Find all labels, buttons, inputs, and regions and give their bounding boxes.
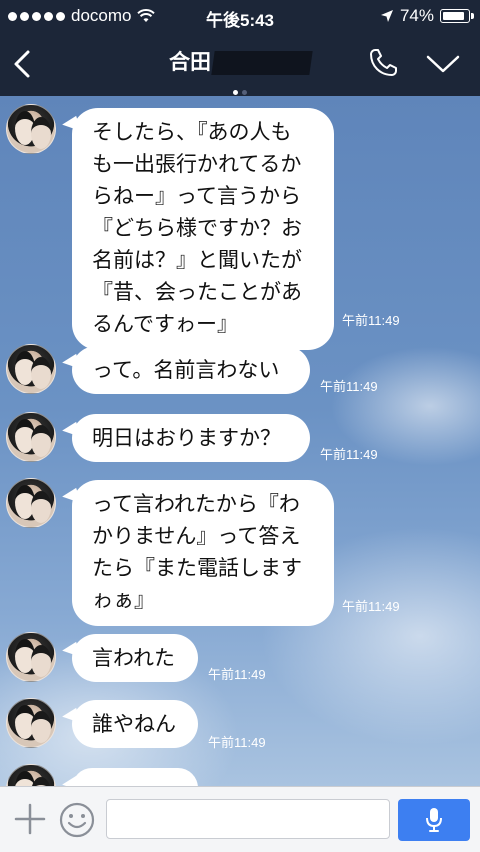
message-time: 午前11:49	[320, 379, 378, 394]
avatar[interactable]	[6, 698, 56, 748]
avatar[interactable]	[6, 104, 56, 154]
message-time: 午前11:49	[342, 599, 400, 614]
message-time: 午前11:49	[208, 667, 266, 682]
message-line: 明日はおりますか？	[92, 426, 281, 450]
message-line: かりません』って答え	[92, 524, 301, 548]
message-time: 午前11:49	[208, 735, 266, 750]
plus-icon[interactable]	[12, 801, 48, 837]
location-arrow-icon	[380, 10, 393, 22]
message-bubble[interactable]: 言われた	[72, 634, 198, 682]
message-time: 午前11:49	[342, 313, 400, 328]
message-line: って言われたから『わ	[92, 492, 300, 516]
message-line: 名前は？』と聞いたが	[92, 248, 302, 272]
message-bubble[interactable]: って言われたから『わ かりません』って答え たら『また電話します ゎぁ』	[72, 480, 334, 626]
battery-percent: 74%	[399, 6, 434, 25]
microphone-button[interactable]	[398, 799, 470, 841]
message-time: 午前11:49	[320, 447, 378, 462]
message-line: も一出張行かれてるか	[92, 152, 302, 176]
message-line: って。名前言わない	[92, 358, 280, 382]
avatar[interactable]	[6, 632, 56, 682]
message-bubble[interactable]	[72, 768, 198, 786]
microphone-icon	[426, 808, 442, 832]
page-indicator	[0, 80, 480, 99]
message-bubble[interactable]: そしたら、『あの人も も一出張行かれてるか らねー』って言うから 『どちら様です…	[72, 108, 334, 350]
redaction-mark	[211, 51, 313, 75]
emoji-icon[interactable]	[58, 801, 96, 839]
battery-icon	[440, 9, 474, 23]
avatar[interactable]	[6, 412, 56, 462]
message-line: るんですゎー』	[92, 312, 238, 336]
message-line: 『どちら様ですか？お	[92, 216, 302, 240]
message-line: そしたら、『あの人も	[92, 120, 292, 144]
status-bar: docomo 午後5:43 74%	[0, 0, 480, 32]
chevron-down-icon[interactable]	[424, 52, 462, 76]
message-bubble[interactable]: って。名前言わない	[72, 346, 310, 394]
message-line: たら『また電話します	[92, 556, 302, 580]
message-line: 誰やねん	[92, 712, 176, 736]
avatar[interactable]	[6, 478, 56, 528]
phone-icon[interactable]	[366, 46, 400, 80]
message-line: ゎぁ』	[92, 588, 155, 612]
chat-area[interactable]: そしたら、『あの人も も一出張行かれてるか らねー』って言うから 『どちら様です…	[0, 96, 480, 786]
message-line: 言われた	[92, 646, 175, 670]
top-bar: docomo 午後5:43 74% 合田	[0, 0, 480, 96]
message-bubble[interactable]: 誰やねん	[72, 700, 198, 748]
contact-name: 合田	[169, 50, 211, 74]
avatar[interactable]	[6, 344, 56, 394]
input-bar	[0, 786, 480, 852]
message-line: 『昔、会ったことがあ	[92, 280, 302, 304]
chat-title: 合田	[0, 46, 480, 76]
message-input[interactable]	[106, 799, 390, 839]
message-bubble[interactable]: 明日はおりますか？	[72, 414, 310, 462]
message-line: らねー』って言うから	[92, 184, 301, 208]
nav-bar: 合田	[0, 32, 480, 96]
